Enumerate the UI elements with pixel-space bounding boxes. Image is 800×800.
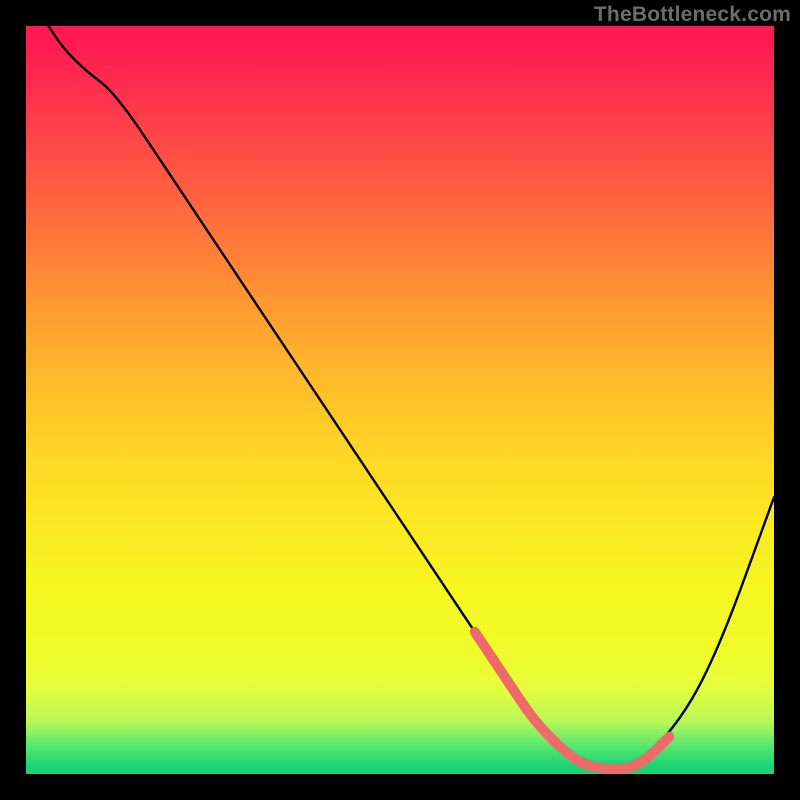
highlight-segment	[475, 632, 669, 769]
plot-area	[26, 26, 774, 774]
chart-svg	[26, 26, 774, 774]
watermark-text: TheBottleneck.com	[594, 3, 791, 27]
bottleneck-curve	[48, 26, 774, 769]
chart-frame: TheBottleneck.com	[0, 0, 800, 800]
